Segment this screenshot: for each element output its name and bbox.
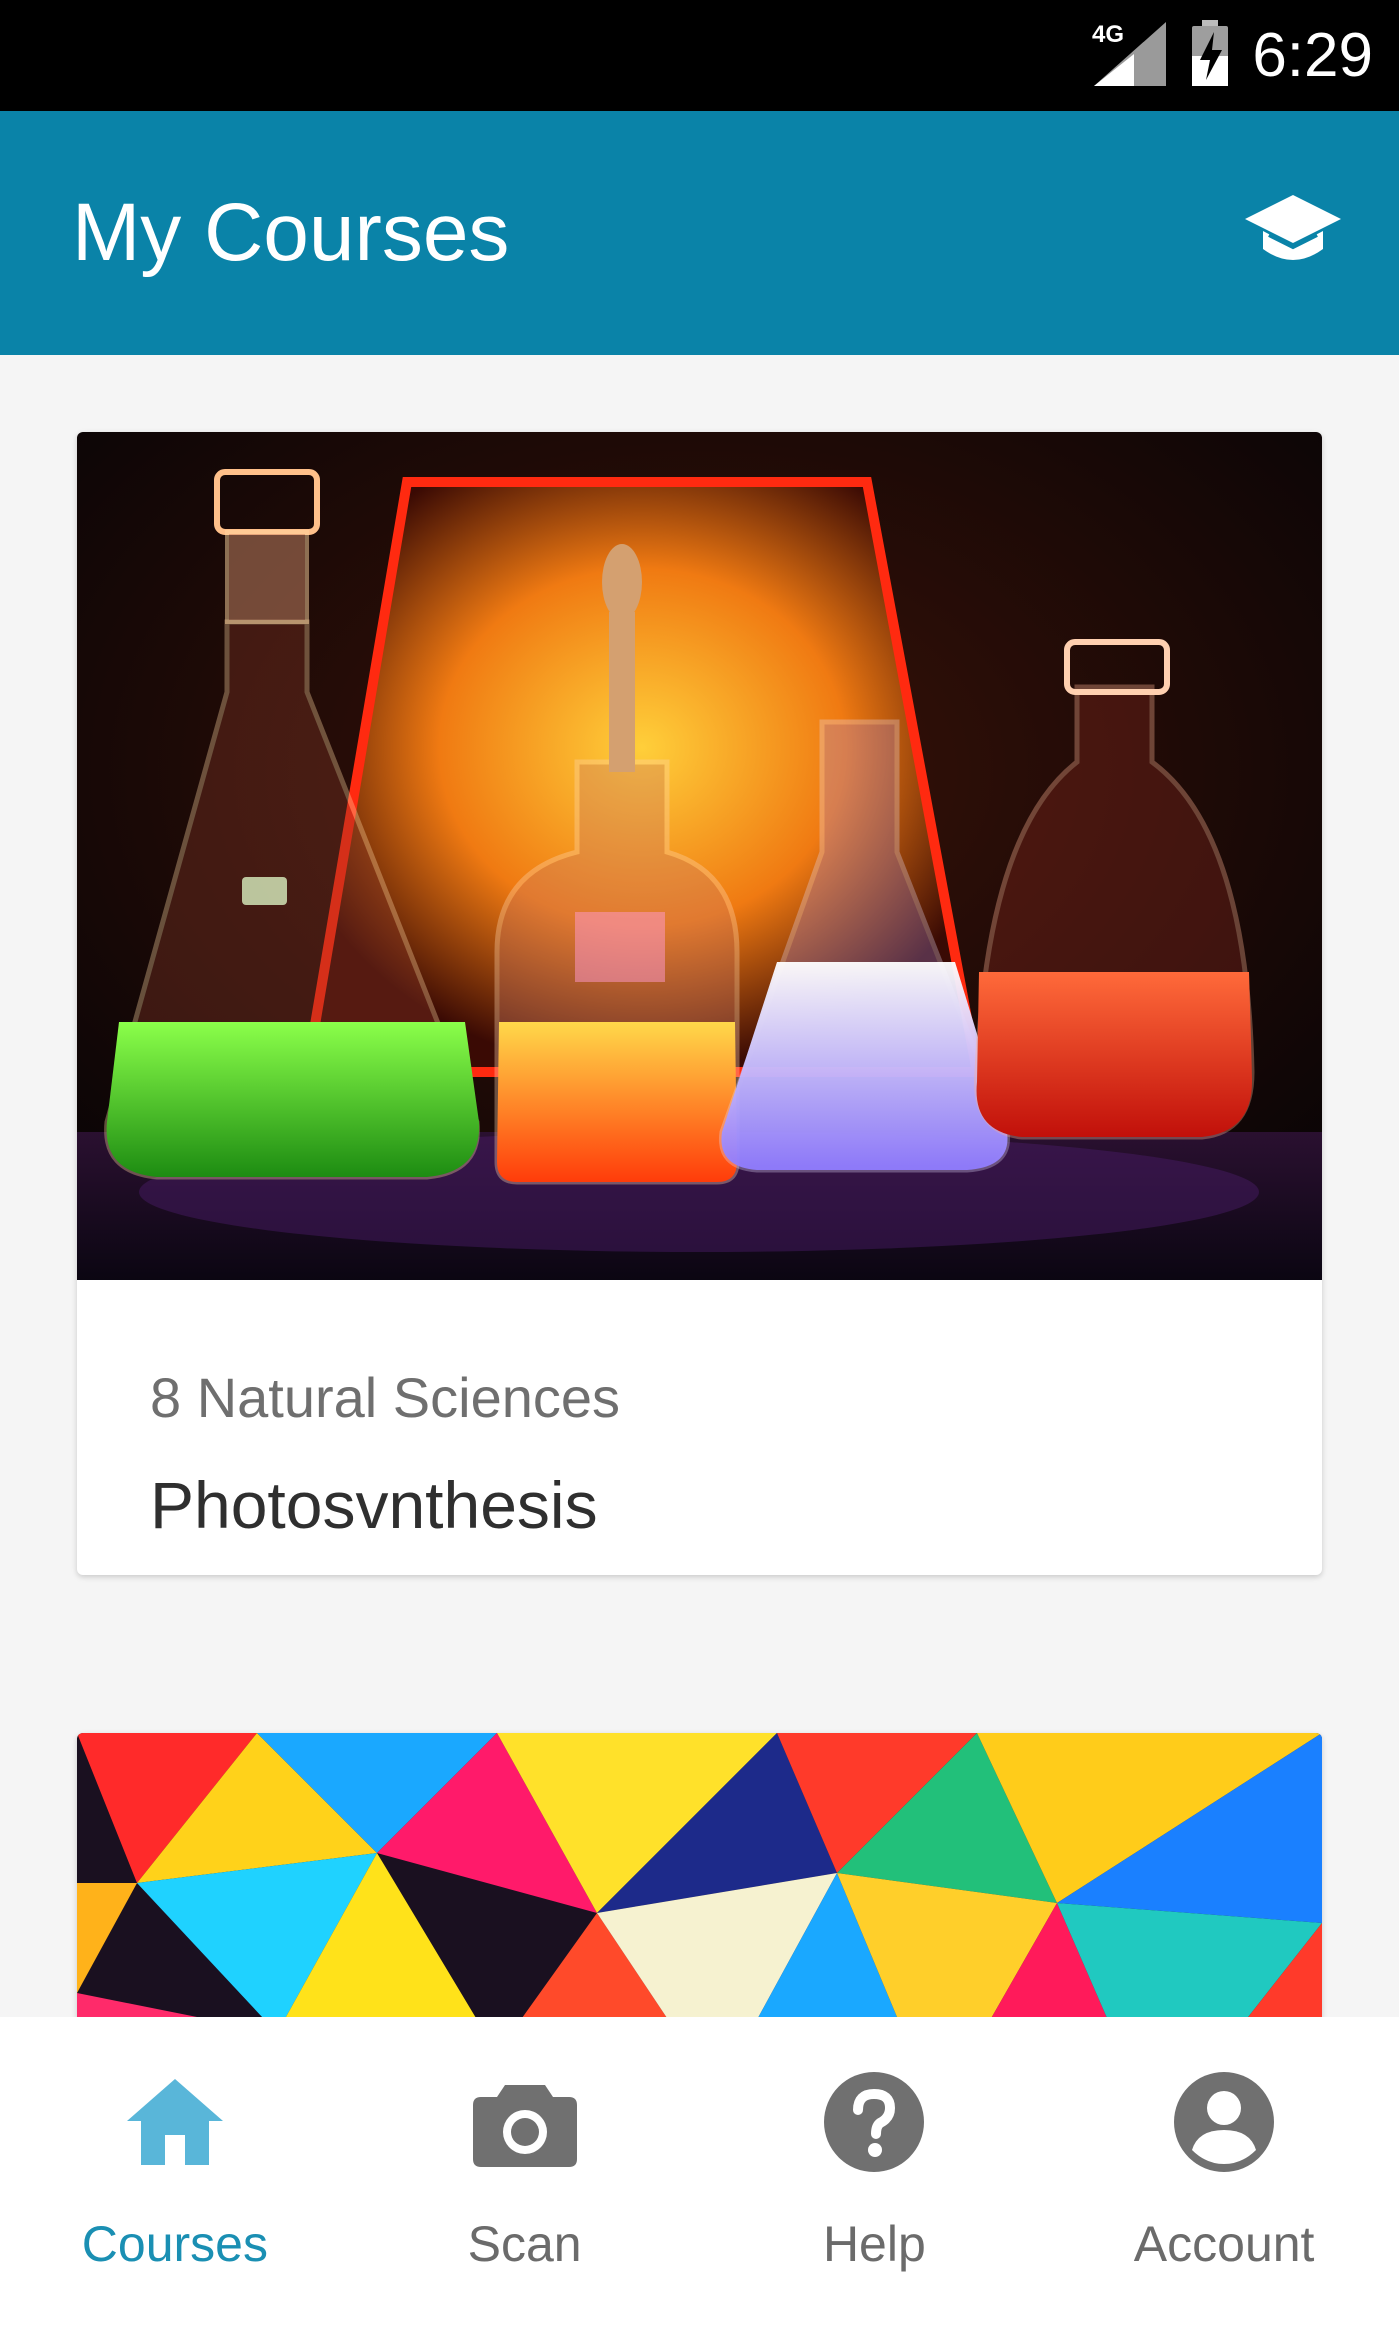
camera-icon <box>470 2067 580 2177</box>
status-time: 6:29 <box>1252 21 1373 90</box>
course-card[interactable]: 8 Natural Sciences Photosvnthesis <box>77 432 1322 1575</box>
graduation-cap-button[interactable] <box>1243 183 1343 283</box>
status-bar: 4G 6:29 <box>0 0 1399 111</box>
status-icons: 4G 6:29 <box>1090 0 1373 111</box>
course-title: Photosvnthesis <box>150 1468 598 1542</box>
graduation-cap-icon <box>1245 195 1341 260</box>
app-bar: My Courses <box>0 111 1399 355</box>
nav-item-scan[interactable]: Scan <box>350 2017 700 2332</box>
nav-label-scan: Scan <box>467 2216 582 2272</box>
nav-label-account: Account <box>1133 2216 1315 2272</box>
course-list: 8 Natural Sciences Photosvnthesis <box>0 355 1399 2017</box>
signal-icon: 4G <box>1090 18 1168 93</box>
help-icon <box>819 2067 929 2177</box>
page-title: My Courses <box>72 187 510 278</box>
bottom-nav: Courses Scan Help Account <box>0 2017 1399 2332</box>
lab-flasks-image <box>77 432 1322 1280</box>
colorful-abstract-image <box>77 1733 1322 2017</box>
nav-label-courses: Courses <box>81 2216 268 2272</box>
battery-icon <box>1190 18 1230 93</box>
course-card[interactable] <box>77 1733 1322 2017</box>
account-icon <box>1169 2067 1279 2177</box>
nav-label-help: Help <box>822 2216 926 2272</box>
nav-item-courses[interactable]: Courses <box>0 2017 350 2332</box>
nav-item-account[interactable]: Account <box>1049 2017 1399 2332</box>
network-type: 4G <box>1092 21 1124 48</box>
nav-item-help[interactable]: Help <box>700 2017 1050 2332</box>
home-icon <box>120 2067 230 2177</box>
course-subject: 8 Natural Sciences <box>150 1366 621 1429</box>
